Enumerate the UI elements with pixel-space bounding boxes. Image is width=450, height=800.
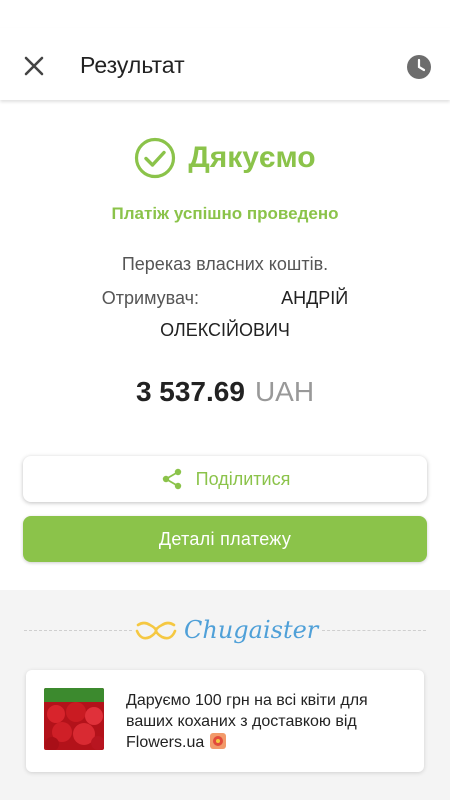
amount: 3 537.69 UAH bbox=[0, 376, 450, 408]
status-bar bbox=[0, 0, 450, 28]
clock-icon bbox=[407, 55, 431, 79]
success-heading: Дякуємо bbox=[0, 136, 450, 180]
success-message: Платіж успішно проведено bbox=[111, 204, 339, 223]
payment-details-label: Деталі платежу bbox=[158, 528, 292, 549]
page-title: Результат bbox=[80, 52, 185, 78]
recipient-patronymic: ОЛЕКСІЙОВИЧ bbox=[160, 320, 290, 340]
recipient-line: Отримувач: АНДРІЙ bbox=[0, 288, 450, 309]
payment-details-button[interactable]: Деталі платежу bbox=[23, 516, 427, 562]
amount-currency: UAH bbox=[254, 376, 315, 407]
share-button[interactable]: Поділитися bbox=[23, 456, 427, 502]
divider bbox=[24, 630, 132, 631]
divider bbox=[322, 630, 426, 631]
redacted-name bbox=[204, 290, 277, 304]
share-label: Поділитися bbox=[195, 468, 291, 489]
recipient-label: Отримувач: bbox=[101, 288, 200, 308]
close-icon bbox=[24, 56, 44, 76]
mustache-icon bbox=[135, 621, 177, 640]
promo-text: Даруємо 100 грн на всі квіти для ваших к… bbox=[126, 690, 410, 753]
share-icon bbox=[162, 468, 181, 490]
history-button[interactable] bbox=[406, 54, 432, 80]
flower-icon bbox=[209, 733, 226, 749]
brand-logo: Chugaister bbox=[134, 612, 324, 648]
check-circle-icon bbox=[135, 137, 176, 179]
brand-name: Chugaister bbox=[184, 616, 319, 644]
flowers-thumbnail bbox=[44, 688, 104, 750]
recipient-name: АНДРІЙ bbox=[281, 288, 349, 308]
transfer-type: Переказ власних коштів. bbox=[121, 254, 329, 274]
close-button[interactable] bbox=[22, 54, 46, 78]
thanks-title: Дякуємо bbox=[188, 141, 316, 174]
promo-card[interactable]: Даруємо 100 грн на всі квіти для ваших к… bbox=[26, 670, 424, 772]
app-bar: Результат bbox=[0, 28, 450, 100]
amount-value: 3 537.69 bbox=[135, 376, 245, 407]
promo-description: Даруємо 100 грн на всі квіти для ваших к… bbox=[126, 692, 368, 751]
